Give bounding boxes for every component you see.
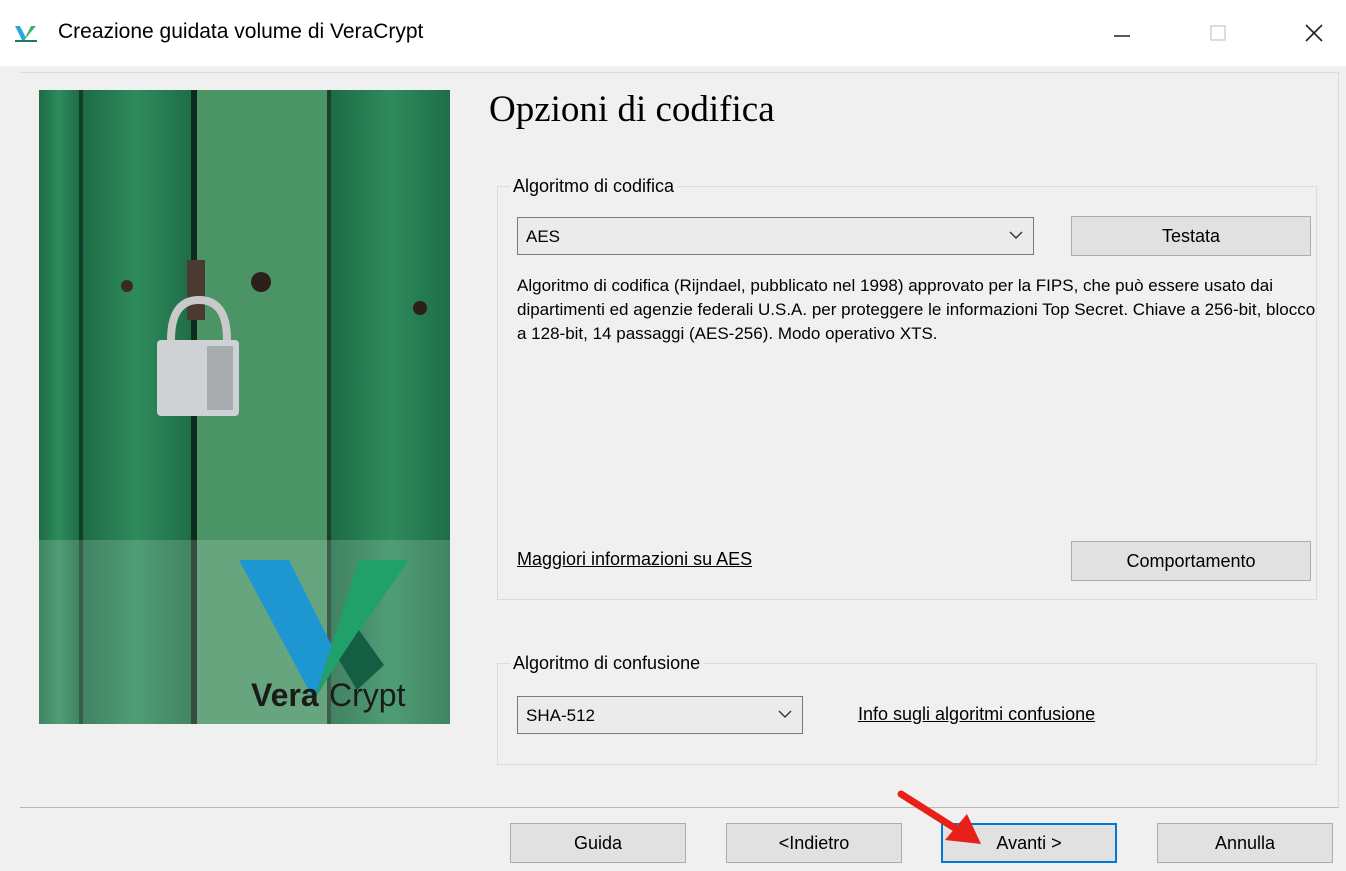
hash-selected-value: SHA-512 xyxy=(526,706,595,725)
test-button[interactable]: Testata xyxy=(1071,216,1311,256)
chevron-down-icon xyxy=(1009,231,1023,239)
veracrypt-app-icon xyxy=(14,22,38,44)
hash-group-label: Algoritmo di confusione xyxy=(510,653,704,674)
encryption-selected-value: AES xyxy=(526,227,561,246)
maximize-button[interactable] xyxy=(1186,0,1250,66)
encryption-group-label: Algoritmo di codifica xyxy=(510,176,678,197)
encryption-description: Algoritmo di codifica (Rijndael, pubblic… xyxy=(517,276,1316,343)
window-title: Creazione guidata volume di VeraCrypt xyxy=(58,20,424,43)
close-button[interactable] xyxy=(1282,0,1346,66)
help-button[interactable]: Guida xyxy=(510,823,686,863)
wizard-side-image: Vera Crypt xyxy=(39,90,450,724)
behavior-button[interactable]: Comportamento xyxy=(1071,541,1311,581)
title-bar: Creazione guidata volume di VeraCrypt xyxy=(0,0,1346,66)
veracrypt-logo-bold: Vera xyxy=(251,677,319,713)
chevron-down-icon xyxy=(778,710,792,718)
annotation-arrow-icon xyxy=(897,790,981,844)
minimize-button[interactable] xyxy=(1090,0,1154,66)
cancel-button[interactable]: Annulla xyxy=(1157,823,1333,863)
back-button[interactable]: <Indietro xyxy=(726,823,902,863)
hash-algorithm-select[interactable]: SHA-512 xyxy=(517,696,803,734)
veracrypt-logo-light: Crypt xyxy=(329,677,406,713)
more-info-aes-link[interactable]: Maggiori informazioni su AES xyxy=(517,549,752,570)
encryption-algorithm-select[interactable]: AES xyxy=(517,217,1034,255)
hash-info-link[interactable]: Info sugli algoritmi confusione xyxy=(858,704,1095,725)
page-title: Opzioni di codifica xyxy=(489,89,775,130)
